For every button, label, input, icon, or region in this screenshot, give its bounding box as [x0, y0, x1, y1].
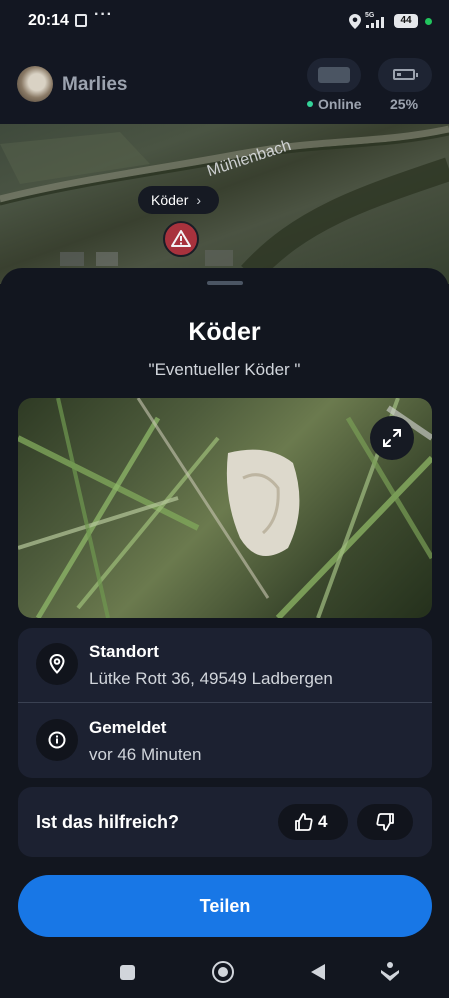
details-divider [18, 702, 432, 703]
status-bar: 20:14 ··· 5G 44 [0, 0, 449, 44]
status-time: 20:14 [28, 12, 69, 29]
warning-icon [171, 230, 191, 247]
app-header: Marlies Online 25% [0, 44, 449, 124]
active-dot-icon [425, 18, 432, 25]
share-button[interactable]: Teilen [18, 875, 432, 937]
connection-status: Online [307, 96, 362, 112]
downvote-button[interactable] [357, 804, 413, 840]
info-icon [36, 719, 78, 761]
online-dot-icon [307, 101, 313, 108]
assistant-icon[interactable] [380, 961, 400, 983]
thumbs-up-icon [295, 813, 313, 831]
upvote-count: 4 [318, 812, 328, 831]
battery-icon: 44 [394, 14, 418, 28]
map-terrain [0, 125, 449, 283]
tracker-device-icon [318, 67, 350, 83]
map-view[interactable]: Mühlenbach Köder › [0, 124, 449, 284]
feedback-question: Ist das hilfreich? [36, 812, 180, 832]
report-details-card: Standort Lütke Rott 36, 49549 Ladbergen … [18, 628, 432, 778]
upvote-button[interactable]: 4 [278, 804, 348, 840]
expand-icon [383, 429, 401, 447]
reported-value: vor 46 Minuten [89, 745, 202, 764]
recents-icon[interactable] [120, 965, 135, 980]
pet-avatar[interactable] [17, 66, 53, 102]
pet-name[interactable]: Marlies [62, 74, 127, 96]
tracker-battery-button[interactable] [378, 58, 432, 92]
sheet-drag-handle[interactable] [207, 281, 243, 285]
location-label: Standort [89, 642, 159, 661]
location-value: Lütke Rott 36, 49549 Ladbergen [89, 669, 333, 688]
feedback-card: Ist das hilfreich? 4 [18, 787, 432, 857]
reported-label: Gemeldet [89, 718, 167, 737]
report-description: "Eventueller Köder " [148, 360, 301, 379]
expand-photo-button[interactable] [370, 416, 414, 460]
home-icon[interactable] [212, 961, 234, 983]
thumbs-down-icon [376, 813, 394, 831]
location-row[interactable]: Standort Lütke Rott 36, 49549 Ladbergen [18, 628, 432, 702]
report-bottom-sheet: Köder "Eventueller Köder " Standort Lütk… [0, 268, 449, 998]
map-marker-tag[interactable]: Köder › [138, 186, 220, 214]
report-photo[interactable] [18, 398, 432, 618]
signal-icon [366, 17, 384, 28]
location-icon [349, 14, 361, 29]
reported-row: Gemeldet vor 46 Minuten [18, 704, 432, 778]
bait-marker[interactable] [163, 221, 199, 257]
notification-icon [75, 14, 87, 27]
report-title: Köder [188, 318, 261, 346]
map-tag-label: Köder [151, 192, 189, 208]
battery-low-icon [393, 69, 418, 80]
chevron-right-icon: › [196, 192, 202, 208]
location-pin-icon [36, 643, 78, 685]
battery-level: 25% [390, 96, 419, 112]
connection-status-text: Online [318, 96, 362, 112]
more-notifications-icon: ··· [94, 6, 113, 23]
system-nav-bar [0, 948, 449, 998]
back-icon[interactable] [311, 964, 325, 980]
tracker-status-button[interactable] [307, 58, 361, 92]
